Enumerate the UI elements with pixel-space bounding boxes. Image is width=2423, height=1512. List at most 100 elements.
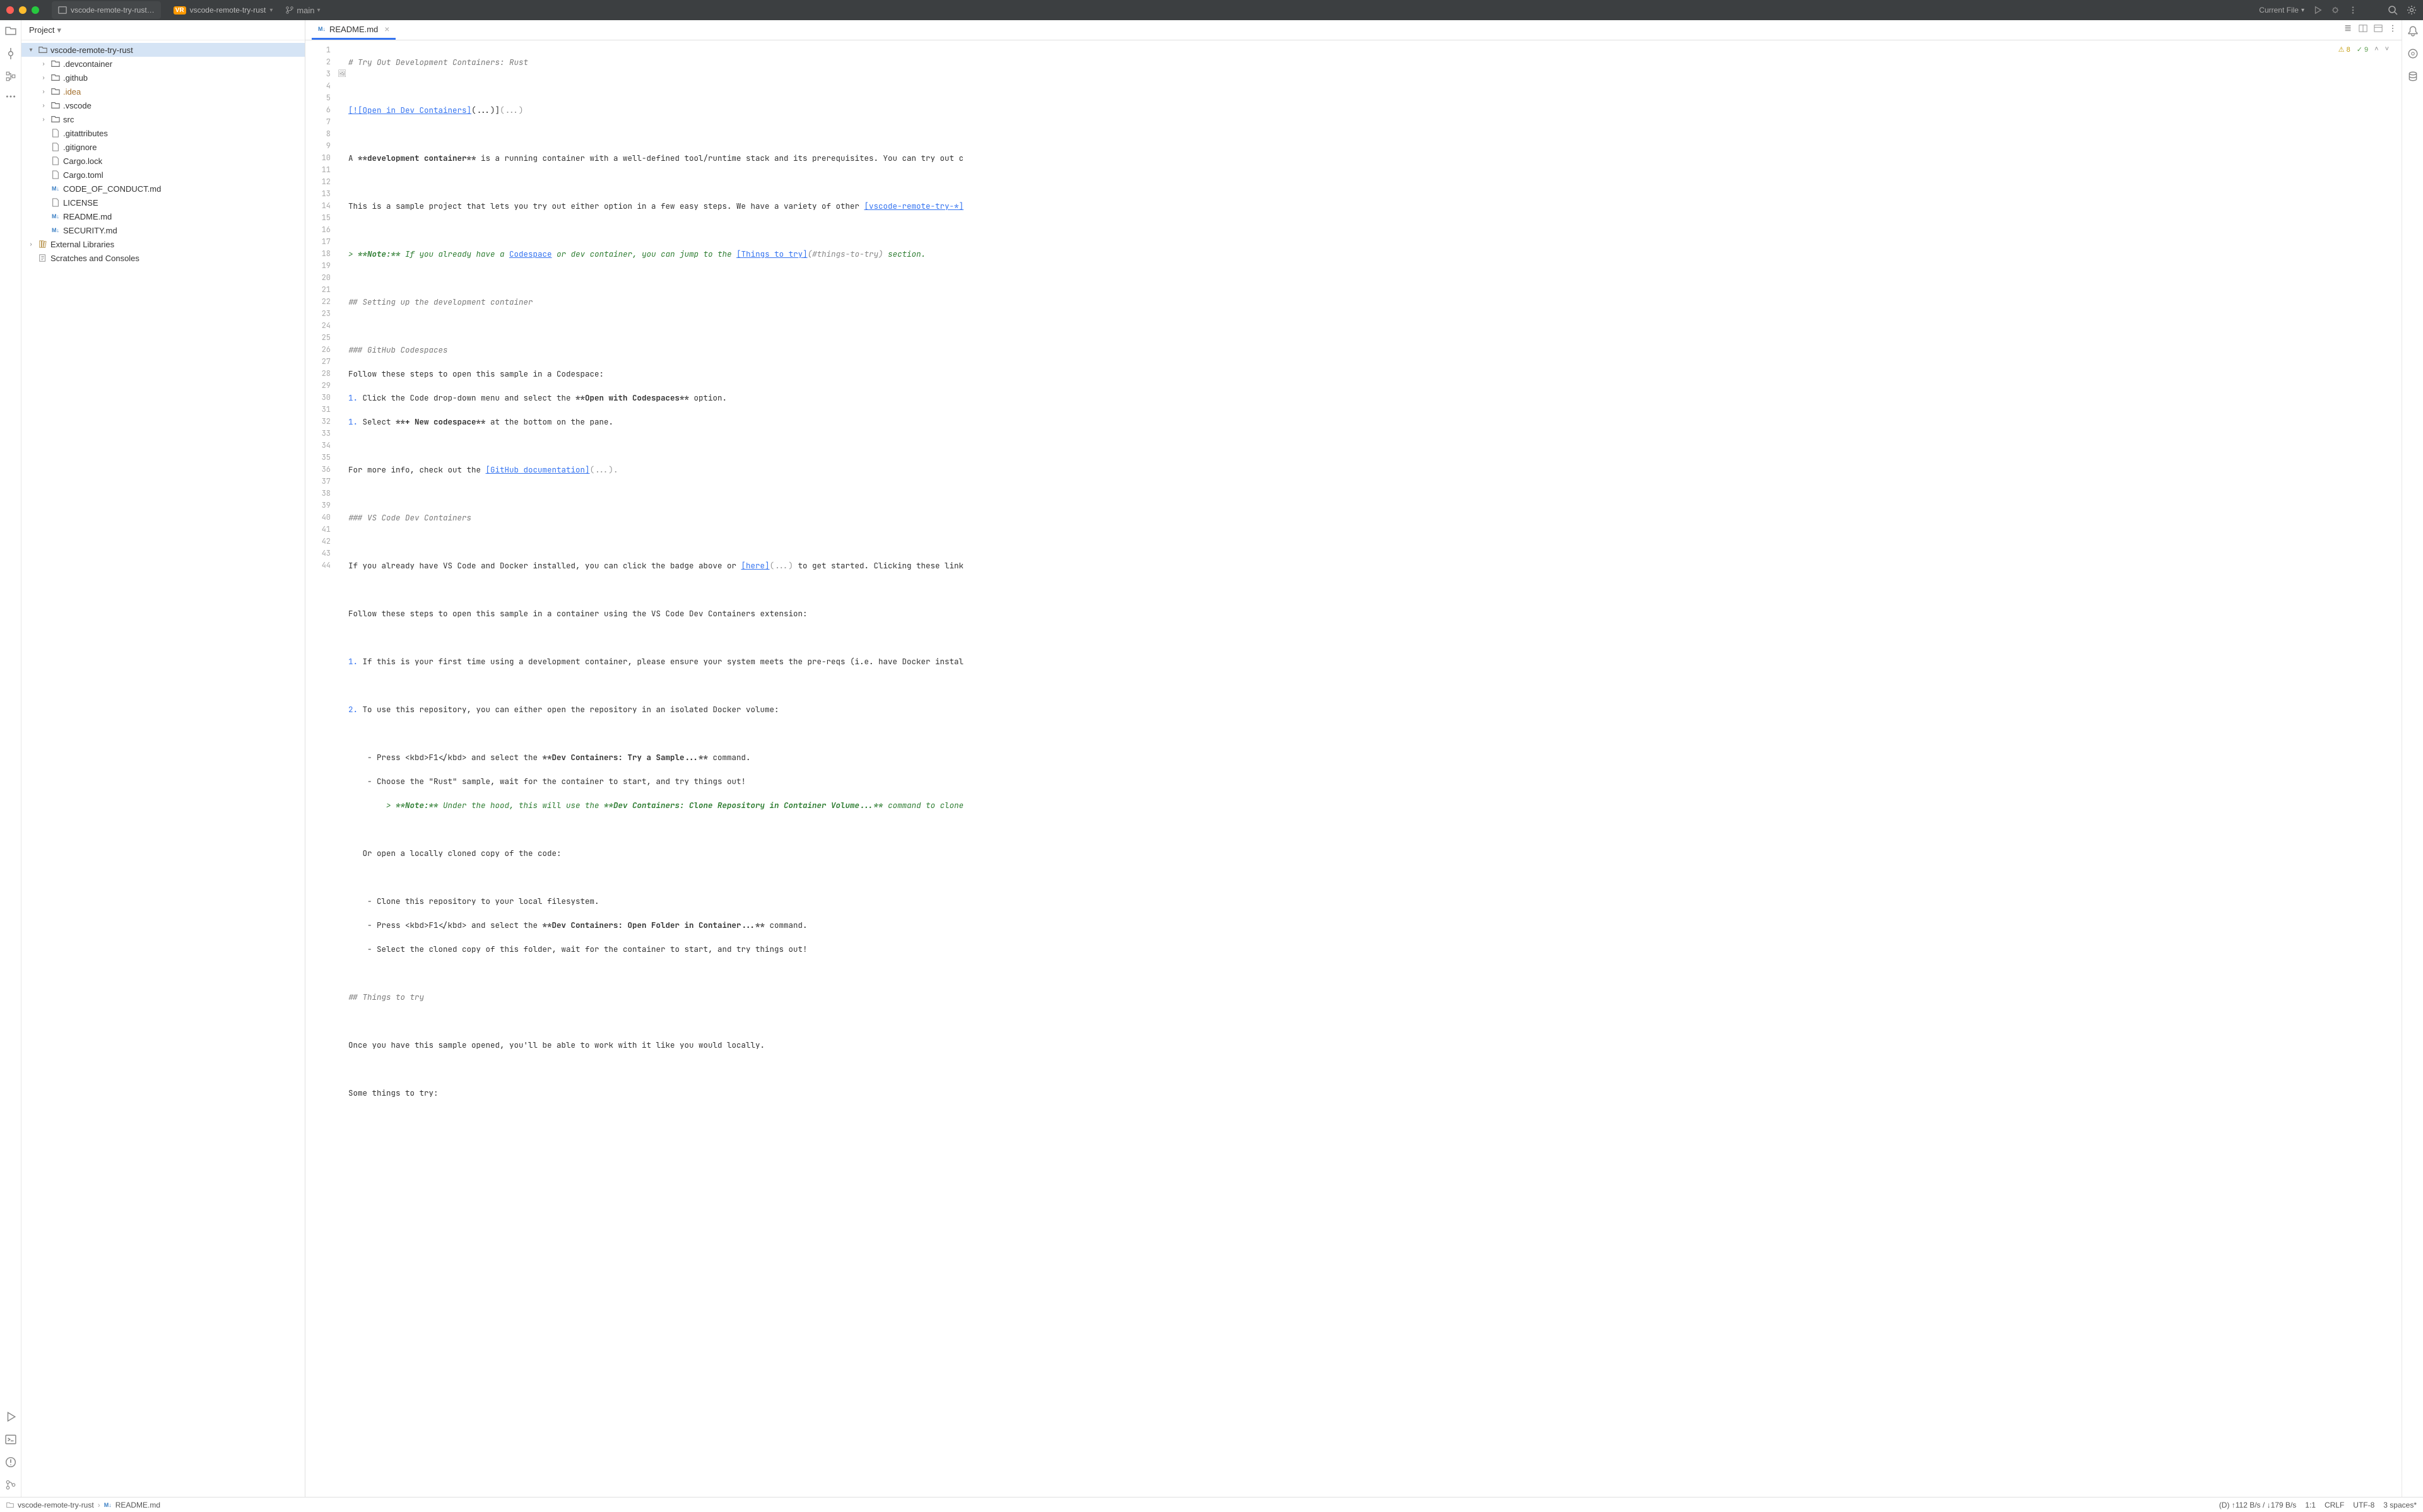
status-encoding[interactable]: UTF-8 [2353, 1501, 2374, 1509]
line-number: 35 [305, 452, 331, 464]
line-number: 30 [305, 392, 331, 404]
inspection-widget[interactable]: ⚠ 8 ✓ 9 ˄ ˅ [2335, 44, 2393, 55]
search-everywhere-button[interactable] [2388, 5, 2398, 15]
tree-item[interactable]: .gitignore [21, 140, 305, 154]
expand-toggle[interactable]: › [39, 102, 48, 109]
tree-item[interactable]: Cargo.lock [21, 154, 305, 168]
editor-more-button[interactable] [2389, 24, 2396, 33]
expand-toggle[interactable]: › [39, 116, 48, 123]
problems-tool-button[interactable] [5, 1456, 16, 1468]
status-indent[interactable]: 3 spaces* [2383, 1501, 2417, 1509]
tree-external-libs[interactable]: › External Libraries [21, 237, 305, 251]
prev-highlight-button[interactable]: ˄ [2374, 45, 2378, 54]
line-number: 42 [305, 536, 331, 548]
project-tab-2[interactable]: VR vscode-remote-try-rust ▾ [167, 1, 280, 19]
minimize-window-button[interactable] [19, 6, 27, 14]
tree-item[interactable]: ›.vscode [21, 98, 305, 112]
weak-warnings-count: ✓ 9 [2357, 45, 2368, 54]
image-gutter-icon[interactable]: 🖼 [336, 68, 348, 80]
run-config-dropdown[interactable]: Current File ▾ [2259, 6, 2304, 15]
branch-icon [285, 6, 294, 15]
expand-toggle[interactable]: ▾ [27, 47, 35, 54]
breadcrumb[interactable]: vscode-remote-try-rust › M↓ README.md [6, 1501, 160, 1509]
markdown-icon: M↓ [50, 213, 61, 220]
file-icon [50, 170, 61, 179]
more-tools-button[interactable] [5, 93, 16, 100]
commit-tool-button[interactable] [5, 48, 16, 59]
code-area[interactable]: # Try Out Development Containers: Rust [… [348, 40, 2402, 1497]
tree-item[interactable]: M↓CODE_OF_CONDUCT.md [21, 182, 305, 196]
folder-icon [50, 73, 61, 82]
line-number: 32 [305, 416, 331, 428]
debug-button[interactable] [2331, 6, 2340, 15]
vcs-branch[interactable]: main ▾ [285, 6, 320, 15]
next-highlight-button[interactable]: ˅ [2385, 45, 2389, 54]
status-line-sep[interactable]: CRLF [2325, 1501, 2344, 1509]
settings-button[interactable] [2407, 5, 2417, 15]
project-tab-1[interactable]: vscode-remote-try-rust… [52, 1, 161, 19]
tree-item[interactable]: LICENSE [21, 196, 305, 209]
workspace: Project ▾ ▾ vscode-remote-try-rust ›.dev… [0, 20, 2423, 1497]
status-network[interactable]: (D) ↑112 B/s / ↓179 B/s [2219, 1501, 2297, 1509]
tree-item-label: .gitignore [63, 143, 97, 152]
expand-toggle[interactable]: › [39, 74, 48, 81]
tree-item-label: Cargo.toml [63, 170, 103, 180]
expand-toggle[interactable]: › [39, 61, 48, 67]
expand-toggle[interactable]: › [39, 88, 48, 95]
run-config-label: Current File [2259, 6, 2299, 15]
more-actions-button[interactable] [2349, 6, 2357, 15]
line-number: 27 [305, 356, 331, 368]
tree-item[interactable]: ›.idea [21, 85, 305, 98]
chevron-down-icon[interactable]: ▾ [317, 7, 321, 14]
run-button[interactable] [2313, 6, 2322, 15]
left-tool-strip [0, 20, 21, 1497]
tree-scratches[interactable]: Scratches and Consoles [21, 251, 305, 265]
breadcrumb-separator: › [98, 1501, 100, 1509]
line-number: 22 [305, 296, 331, 308]
line-number: 25 [305, 332, 331, 344]
line-number: 23 [305, 308, 331, 320]
library-icon [38, 240, 48, 249]
project-tool-button[interactable] [5, 25, 16, 37]
database-button[interactable] [2407, 71, 2419, 82]
line-number: 17 [305, 236, 331, 248]
notifications-button[interactable] [2407, 25, 2419, 37]
editor-area: M↓ README.md × ⚠ 8 ✓ 9 ˄ ˅ 1234567891011… [305, 20, 2402, 1497]
expand-toggle[interactable]: › [27, 241, 35, 248]
tree-item[interactable]: ›.github [21, 71, 305, 85]
tree-item-label: Cargo.lock [63, 156, 102, 166]
chevron-down-icon[interactable]: ▾ [269, 7, 273, 14]
editor-body[interactable]: ⚠ 8 ✓ 9 ˄ ˅ 1234567891011121314151617181… [305, 40, 2402, 1497]
tree-item[interactable]: Cargo.toml [21, 168, 305, 182]
vcs-tool-button[interactable] [5, 1479, 16, 1491]
run-tool-button[interactable] [5, 1411, 16, 1422]
titlebar: vscode-remote-try-rust… VR vscode-remote… [0, 0, 2423, 20]
tree-item-label: LICENSE [63, 198, 98, 208]
tree-item[interactable]: M↓README.md [21, 209, 305, 223]
close-window-button[interactable] [6, 6, 14, 14]
tree-root[interactable]: ▾ vscode-remote-try-rust [21, 43, 305, 57]
status-cursor-pos[interactable]: 1:1 [2305, 1501, 2316, 1509]
tree-item[interactable]: › src [21, 112, 305, 126]
ai-assistant-button[interactable] [2407, 48, 2419, 59]
tree-item[interactable]: M↓SECURITY.md [21, 223, 305, 237]
editor-view-source-button[interactable] [2343, 24, 2352, 33]
editor-view-split-button[interactable] [2359, 24, 2367, 33]
structure-tool-button[interactable] [5, 71, 16, 82]
chevron-down-icon: ▾ [2301, 7, 2304, 14]
editor-tab-readme[interactable]: M↓ README.md × [312, 20, 396, 40]
line-number: 34 [305, 440, 331, 452]
terminal-tool-button[interactable] [5, 1434, 16, 1445]
editor-view-preview-button[interactable] [2374, 24, 2383, 33]
close-tab-button[interactable]: × [384, 24, 389, 34]
project-panel-header[interactable]: Project ▾ [21, 20, 305, 40]
maximize-window-button[interactable] [32, 6, 39, 14]
tree-item[interactable]: .gitattributes [21, 126, 305, 140]
tree-item[interactable]: ›.devcontainer [21, 57, 305, 71]
vr-badge: VR [174, 6, 186, 15]
editor-tab-toolbar [2343, 24, 2396, 33]
folder-icon [50, 59, 61, 68]
tree-item-label: src [63, 115, 74, 124]
line-number: 41 [305, 524, 331, 536]
scratches-icon [38, 254, 48, 262]
